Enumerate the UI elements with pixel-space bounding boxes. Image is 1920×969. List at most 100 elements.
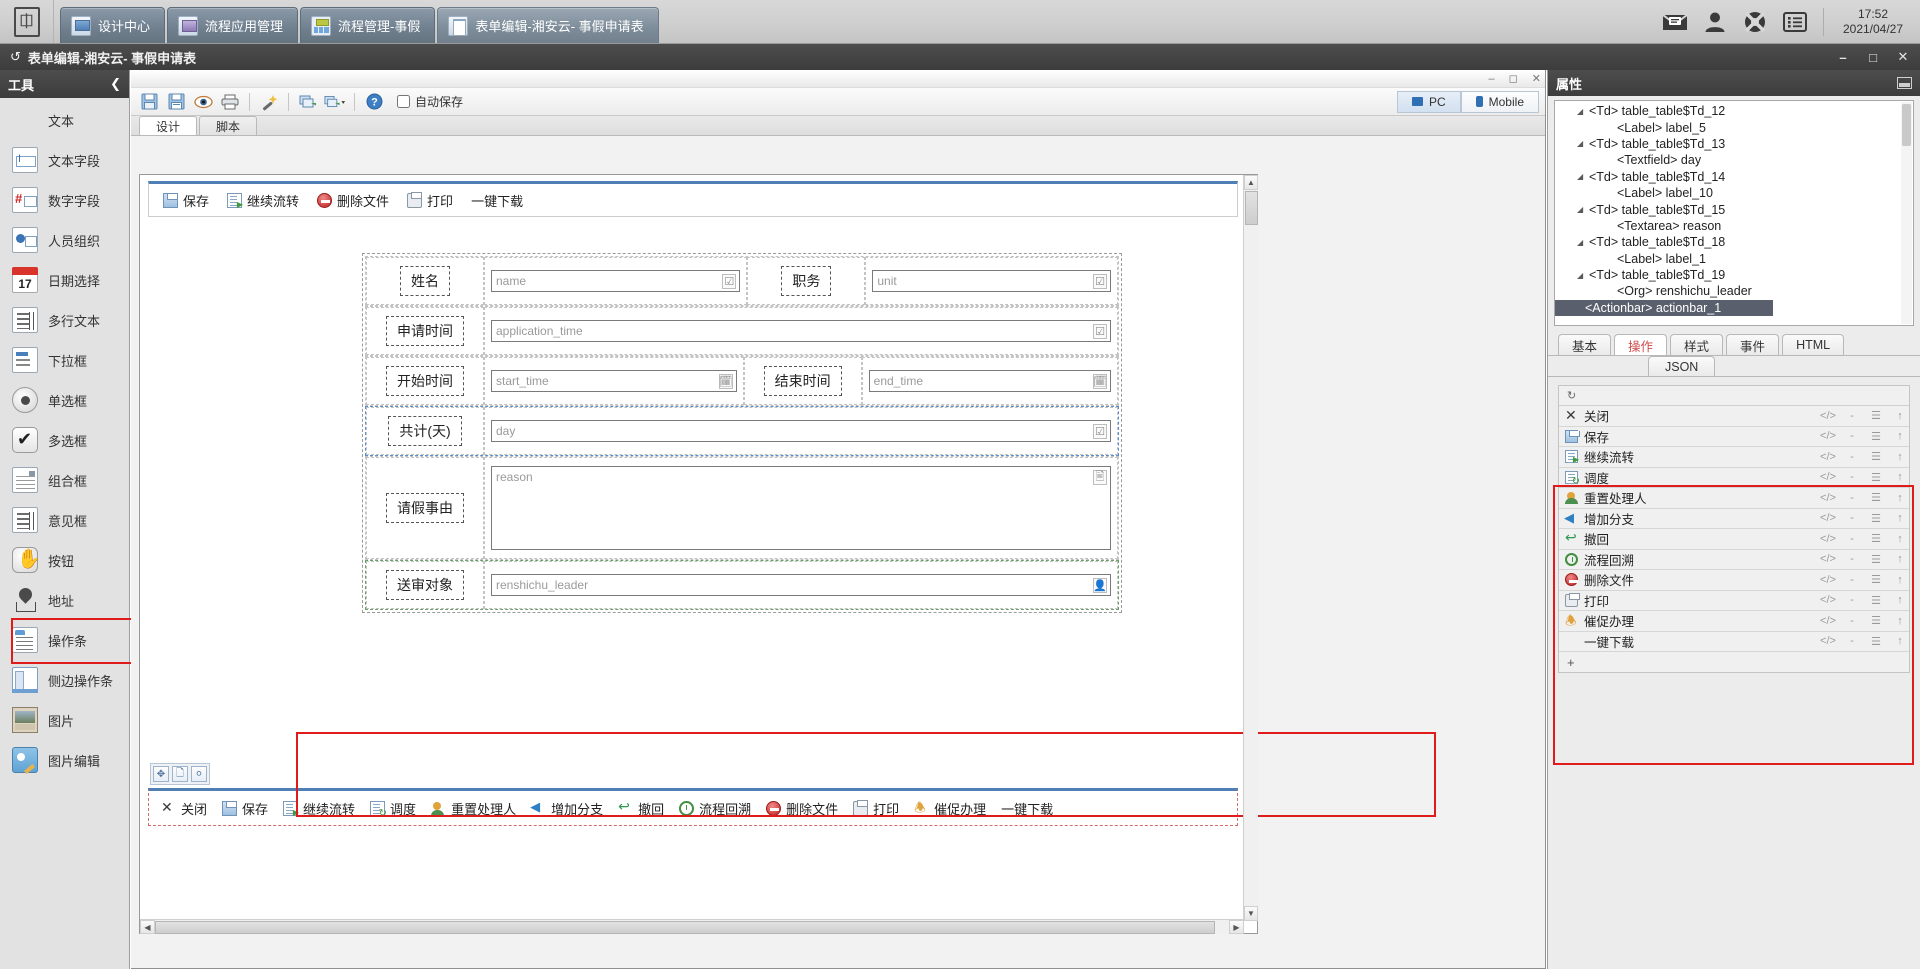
form-top-actionbar[interactable]: 保存 继续流转 删除文件 打印 一键下载 [148,181,1238,217]
action-row-4[interactable]: 调度 </> -☰ ↑ [1559,467,1909,488]
form-row-2[interactable]: 申请时间 application_time ☑ [365,306,1119,356]
sidebar-item-2[interactable]: 文本字段 [0,140,129,180]
properties-tab-5[interactable]: HTML [1782,334,1845,355]
form-label-cell[interactable]: 职务 [747,257,866,305]
mail-icon[interactable] [1655,2,1695,42]
editor-minimize-icon[interactable]: – [1489,73,1495,85]
form-row-3[interactable]: 开始时间 start_time 🗓 结束时间 end_time 🗓 [365,356,1119,406]
form-field-unit[interactable]: unit ☑ [872,270,1112,292]
action-menu-icon[interactable]: ☰ [1867,512,1885,525]
form-input-cell[interactable]: renshichu_leader 👤 [484,561,1118,609]
action-menu-icon[interactable]: ☰ [1867,491,1885,504]
tree-node-5[interactable]: ◢ <Td> table_table$Td_14 [1555,169,1913,185]
copy-handle-icon[interactable]: 🗋 [172,766,188,782]
window-minimize-button[interactable]: – [1828,44,1858,70]
action-move-up-icon[interactable]: ↑ [1891,615,1909,627]
help-icon[interactable]: ? [362,91,386,113]
sidebar-item-16[interactable]: 图片 [0,700,129,740]
action-code-button[interactable]: </> [1819,410,1837,422]
select-field-icon[interactable]: ☑ [1093,324,1107,339]
action-move-up-icon[interactable]: ↑ [1891,594,1909,606]
action-code-button[interactable]: </> [1819,451,1837,463]
action-row-2[interactable]: 保存 </> - ☰ ↑ [1559,426,1909,447]
form-field-reason[interactable]: reason 🖹 [491,466,1111,550]
action-menu-icon[interactable]: ☰ [1867,450,1885,463]
properties-tab-1[interactable]: 基本 [1558,334,1612,355]
tree-expander-icon[interactable]: ◢ [1577,205,1583,214]
calendar-icon[interactable]: 🗓 [718,374,733,389]
action-row-5[interactable]: 重置处理人 </> - ☰ ↑ [1559,488,1909,509]
editor-close-icon[interactable]: ✕ [1532,72,1541,85]
action-code-button[interactable]: </> [1819,492,1837,504]
form-input-cell[interactable]: name ☑ [484,257,748,305]
bottom-action-6[interactable]: 增加分支 [530,799,603,818]
tree-node-7[interactable]: ◢ <Td> table_table$Td_15 [1555,201,1913,217]
sidebar-collapse-icon[interactable]: ❮ [110,76,121,92]
action-code-button[interactable]: </> [1819,574,1837,586]
form-input-cell[interactable]: unit ☑ [865,257,1119,305]
form-label-cell[interactable]: 申请时间 [366,307,484,355]
action-code-button[interactable]: </> [1819,553,1837,565]
form-canvas[interactable]: 保存继续流转删除文件打印一键下载 姓名name☑职务unit☑申请时间appli… [139,174,1436,934]
select-field-icon[interactable]: ☑ [722,274,737,289]
app-tab-3[interactable]: 流程管理-事假 [300,7,436,43]
properties-subtab-1[interactable]: JSON [1648,356,1716,376]
save-icon[interactable] [137,91,161,113]
form-label-cell[interactable]: 结束时间 [743,357,862,405]
form-field-start_time[interactable]: start_time 🗓 [491,370,737,392]
autosave-checkbox[interactable] [397,95,410,108]
form-field-application_time[interactable]: application_time ☑ [491,320,1111,342]
device-mobile-button[interactable]: Mobile [1460,90,1539,113]
minimize-icon[interactable] [1897,77,1912,89]
history-icon[interactable]: ↻ [1567,389,1576,402]
action-move-up-icon[interactable]: ↑ [1891,430,1909,442]
sidebar-item-7[interactable]: 下拉框 [0,340,129,380]
bottom-action-10[interactable]: 打印 [853,799,899,818]
action-code-button[interactable]: </> [1819,512,1837,524]
action-row-8[interactable]: 流程回溯 </> - ☰ ↑ [1559,549,1909,570]
top-action-1[interactable]: 保存 [163,191,209,210]
tree-expander-icon[interactable]: ◢ [1577,271,1583,280]
action-menu-icon[interactable]: ☰ [1867,635,1885,648]
bottom-action-11[interactable]: 催促办理 [914,799,986,821]
form-row-6[interactable]: 送审对象 renshichu_leader 👤 [365,560,1119,610]
form-row-4[interactable]: 共计(天) day ☑ [365,406,1119,456]
user-icon[interactable] [1695,2,1735,42]
action-move-up-icon[interactable]: ↑ [1891,635,1909,647]
tree-node-10[interactable]: <Label> label_1 [1555,251,1913,267]
scroll-left-arrow[interactable]: ◀ [140,920,155,934]
form-input-cell[interactable]: start_time 🗓 [484,357,744,405]
tree-expander-icon[interactable]: ◢ [1577,238,1583,247]
tree-node-1[interactable]: ◢ <Td> table_table$Td_12 [1555,103,1913,119]
canvas-vertical-scrollbar[interactable]: ▲ ▼ [1243,175,1258,921]
export-dropdown-icon[interactable] [323,91,347,113]
action-menu-icon[interactable]: ☰ [1867,430,1885,443]
form-field-renshichu_leader[interactable]: renshichu_leader 👤 [491,574,1111,596]
form-label-cell[interactable]: 开始时间 [366,357,484,405]
action-code-button[interactable]: </> [1819,615,1837,627]
horizontal-scroll-track[interactable] [155,920,1229,934]
sidebar-item-14[interactable]: 操作条 [0,618,143,664]
magic-wand-icon[interactable] [257,91,281,113]
properties-tab-2[interactable]: 操作 [1614,334,1668,355]
sidebar-item-9[interactable]: 多选框 [0,420,129,460]
calendar-icon[interactable]: 🗓 [1093,374,1107,389]
bottom-action-3[interactable]: 继续流转 [283,799,355,818]
list-icon[interactable] [1775,2,1815,42]
action-move-up-icon[interactable]: ↑ [1891,410,1909,422]
top-action-4[interactable]: 打印 [407,191,453,210]
tree-node-6[interactable]: <Label> label_10 [1555,185,1913,201]
action-code-button[interactable]: </> [1819,471,1837,483]
window-maximize-button[interactable]: □ [1858,44,1888,70]
horizontal-scroll-thumb[interactable] [155,921,1215,934]
bottom-action-2[interactable]: 保存 [222,799,268,818]
app-tab-4[interactable]: 表单编辑-湘安云- 事假申请表 [437,7,659,43]
add-action-button[interactable]: + [1559,652,1909,672]
action-row-1[interactable]: 关闭 </> -☰ ↑ [1559,406,1909,427]
tree-expander-icon[interactable]: ◢ [1577,107,1583,116]
action-code-button[interactable]: </> [1819,594,1837,606]
action-menu-icon[interactable]: ☰ [1867,471,1885,484]
properties-tab-4[interactable]: 事件 [1726,334,1780,355]
action-menu-icon[interactable]: ☰ [1867,594,1885,607]
preview-eye-icon[interactable] [191,91,215,113]
